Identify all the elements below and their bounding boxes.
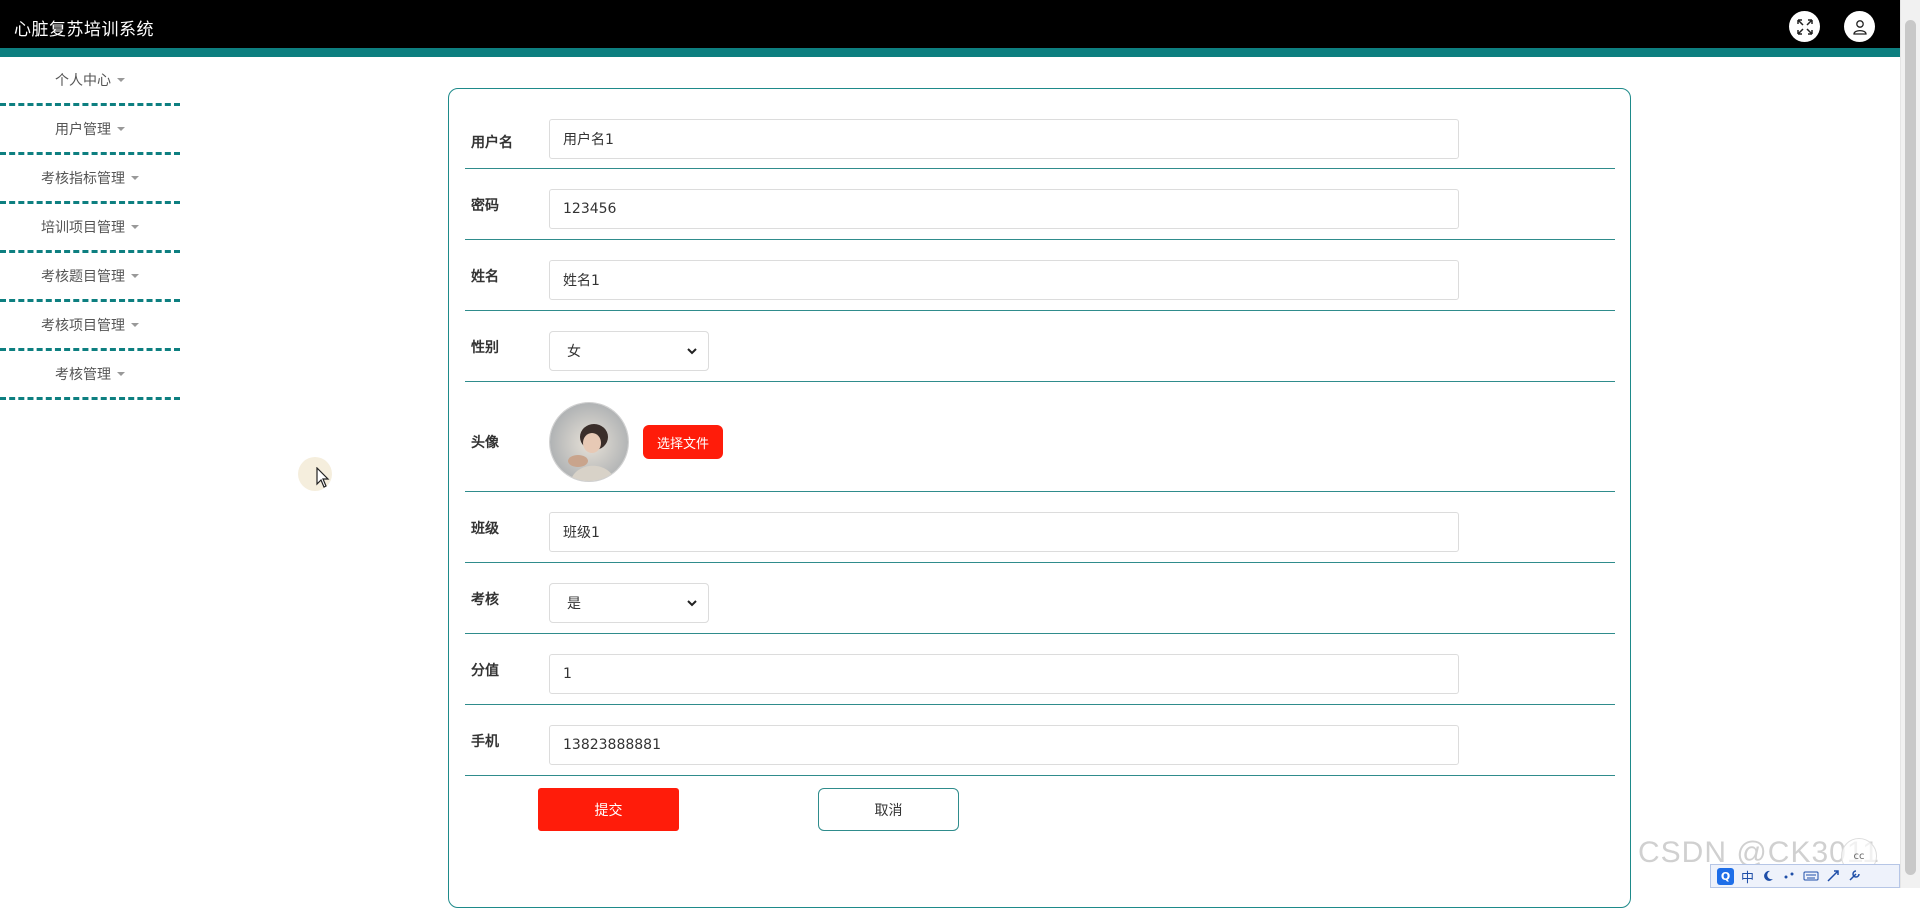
gender-select-value: 女 — [567, 344, 581, 360]
form-row-name: 姓名 — [465, 240, 1615, 311]
form-row-gender: 性别 女 — [465, 311, 1615, 382]
avatar-image — [549, 402, 629, 482]
chevron-down-icon — [687, 600, 697, 607]
sidebar: 个人中心 用户管理 考核指标管理 培训项目管理 考核题目管理 考核项目管理 考核… — [0, 57, 180, 400]
phone-input[interactable] — [549, 725, 1459, 765]
avatar-photo — [550, 403, 628, 481]
ime-mode-toggle[interactable]: 中 — [1741, 867, 1754, 886]
form-row-class: 班级 — [465, 492, 1615, 563]
caret-down-icon — [117, 372, 125, 376]
sidebar-item-training-project-management[interactable]: 培训项目管理 — [0, 204, 180, 253]
password-label: 密码 — [471, 198, 499, 214]
assessment-select[interactable]: 是 — [549, 583, 709, 623]
form-row-phone: 手机 — [465, 705, 1615, 776]
sidebar-item-label: 考核项目管理 — [41, 318, 125, 334]
sidebar-item-label: 用户管理 — [55, 122, 111, 138]
moon-icon[interactable] — [1761, 869, 1775, 883]
caret-down-icon — [131, 225, 139, 229]
choose-file-button[interactable]: 选择文件 — [643, 425, 723, 459]
ime-toolbar: Q 中 — [1710, 864, 1900, 888]
sidebar-item-indicator-management[interactable]: 考核指标管理 — [0, 155, 180, 204]
user-icon-glyph — [1852, 19, 1867, 35]
sidebar-item-label: 考核管理 — [55, 367, 111, 383]
name-label: 姓名 — [471, 269, 499, 285]
sidebar-item-user-management[interactable]: 用户管理 — [0, 106, 180, 155]
class-label: 班级 — [471, 521, 499, 537]
submit-button[interactable]: 提交 — [538, 788, 679, 831]
expand-icon[interactable] — [1789, 11, 1820, 42]
class-input[interactable] — [549, 512, 1459, 552]
phone-label: 手机 — [471, 734, 499, 750]
sidebar-item-label: 培训项目管理 — [41, 220, 125, 236]
form-row-score: 分值 — [465, 634, 1615, 705]
app-title: 心脏复苏培训系统 — [14, 20, 154, 40]
caption-toggle-label: cc — [1853, 850, 1865, 862]
caret-down-icon — [131, 274, 139, 278]
form-row-username: 用户名 — [465, 89, 1615, 169]
ime-logo-icon[interactable]: Q — [1717, 867, 1734, 885]
chevron-down-icon — [687, 348, 697, 355]
assessment-label: 考核 — [471, 592, 499, 608]
assessment-select-value: 是 — [567, 596, 581, 612]
cancel-button[interactable]: 取消 — [818, 788, 959, 831]
sidebar-item-question-management[interactable]: 考核题目管理 — [0, 253, 180, 302]
username-input[interactable] — [549, 119, 1459, 159]
scrollbar-thumb[interactable] — [1905, 20, 1916, 875]
sidebar-item-assessment-project-management[interactable]: 考核项目管理 — [0, 302, 180, 351]
user-edit-form: 用户名 密码 姓名 性别 女 头像 — [448, 88, 1631, 908]
caret-down-icon — [117, 127, 125, 131]
page-scrollbar[interactable] — [1900, 0, 1920, 888]
header-accent-stripe — [0, 48, 1900, 57]
score-label: 分值 — [471, 663, 499, 679]
name-input[interactable] — [549, 260, 1459, 300]
punctuation-icon[interactable] — [1782, 869, 1796, 883]
sidebar-item-label: 考核题目管理 — [41, 269, 125, 285]
gender-label: 性别 — [471, 340, 499, 356]
caret-down-icon — [131, 176, 139, 180]
username-label: 用户名 — [471, 135, 513, 151]
avatar-label: 头像 — [471, 435, 499, 451]
sidebar-item-label: 考核指标管理 — [41, 171, 125, 187]
gender-select[interactable]: 女 — [549, 331, 709, 371]
score-input[interactable] — [549, 654, 1459, 694]
keyboard-icon[interactable] — [1803, 869, 1819, 883]
user-icon[interactable] — [1844, 11, 1875, 42]
caret-down-icon — [117, 78, 125, 82]
sidebar-item-label: 个人中心 — [55, 73, 111, 89]
form-row-avatar: 头像 选择文件 — [465, 382, 1615, 492]
form-row-assessment: 考核 是 — [465, 563, 1615, 634]
caret-down-icon — [131, 323, 139, 327]
expand-icon-glyph — [1796, 18, 1813, 35]
top-header: 心脏复苏培训系统 — [0, 0, 1900, 48]
toolbox-icon[interactable] — [1826, 869, 1840, 883]
sidebar-item-assessment-management[interactable]: 考核管理 — [0, 351, 180, 400]
mouse-cursor-icon — [316, 467, 330, 488]
sidebar-item-personal-center[interactable]: 个人中心 — [0, 57, 180, 106]
password-input[interactable] — [549, 189, 1459, 229]
settings-wrench-icon[interactable] — [1847, 869, 1861, 883]
form-row-password: 密码 — [465, 169, 1615, 240]
